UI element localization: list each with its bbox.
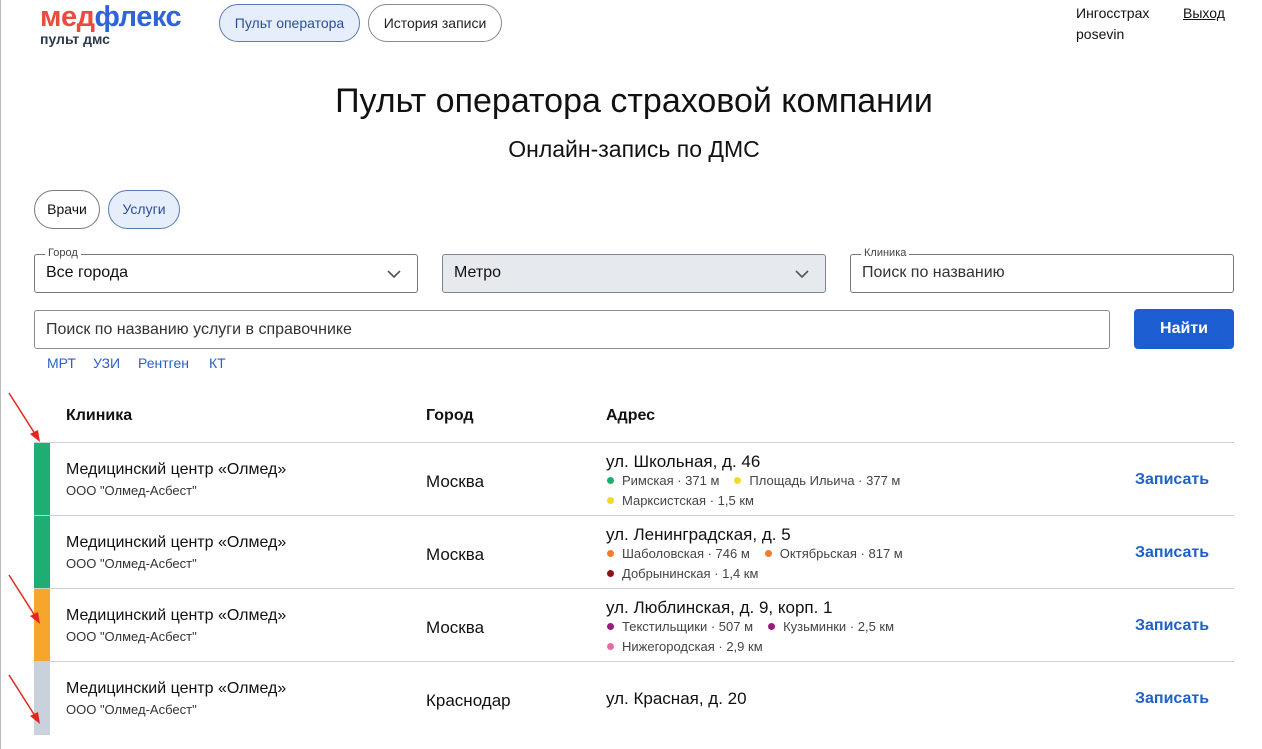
annotation-arrow-1 xyxy=(8,392,40,442)
clinic-name: Медицинский центр «Олмед» xyxy=(66,680,287,697)
page-subtitle: Онлайн-запись по ДМС xyxy=(508,136,760,162)
metro-station: Октябрьская · 817 м xyxy=(764,546,903,561)
find-button[interactable]: Найти xyxy=(1134,309,1234,349)
quick-link-mri[interactable]: МРТ xyxy=(47,355,76,371)
metro-station: Римская · 371 м xyxy=(606,473,719,488)
metro-station: Добрынинская · 1,4 км xyxy=(606,566,758,581)
book-appointment-button[interactable]: Записать xyxy=(1135,544,1209,562)
metro-station-label: Площадь Ильича · 377 м xyxy=(749,473,901,488)
metro-select[interactable]: Метро xyxy=(442,254,826,293)
table-row: Медицинский центр «Олмед» ООО "Олмед-Асбе… xyxy=(34,442,1234,516)
metro-station-label: Шаболовская · 746 м xyxy=(622,546,750,561)
clinic-search-label: Клиника xyxy=(861,247,910,260)
city-select[interactable]: Город Все города xyxy=(34,247,418,293)
metro-line-dot-icon xyxy=(734,477,742,484)
city-select-value: Все города xyxy=(46,264,129,281)
metro-station-label: Текстильщики · 507 м xyxy=(622,619,754,634)
book-appointment-button[interactable]: Записать xyxy=(1135,690,1209,708)
metro-station-label: Кузьминки · 2,5 км xyxy=(783,619,895,634)
clinic-address: ул. Люблинская, д. 9, корп. 1 xyxy=(606,598,833,617)
service-search-input[interactable]: Поиск по названию услуги в справочнике xyxy=(34,310,1110,349)
metro-select-value: Метро xyxy=(454,264,501,281)
metro-line-dot-icon xyxy=(768,623,776,630)
metro-station: Кузьминки · 2,5 км xyxy=(767,619,894,634)
clinic-organization: ООО "Олмед-Асбест" xyxy=(66,702,197,717)
nav-operator-console[interactable]: Пульт оператора xyxy=(219,4,360,42)
logo-part-flex: флекс xyxy=(94,1,182,33)
clinic-search-field[interactable]: Клиника Поиск по названию xyxy=(850,247,1234,293)
metro-station-label: Марксистская · 1,5 км xyxy=(622,493,754,508)
user-company: Ингосстрах xyxy=(1076,5,1150,21)
clinic-city: Москва xyxy=(426,618,485,637)
clinic-city: Москва xyxy=(426,472,485,491)
annotation-arrow-3 xyxy=(8,674,40,724)
metro-station-label: Добрынинская · 1,4 км xyxy=(622,566,759,581)
clinic-address: ул. Ленинградская, д. 5 xyxy=(606,525,791,544)
metro-line: Марксистская · 1,5 км xyxy=(606,493,768,508)
column-header-city[interactable]: Город xyxy=(426,407,474,425)
clinic-name: Медицинский центр «Олмед» xyxy=(66,607,287,624)
chip-services[interactable]: Услуги xyxy=(108,190,180,229)
table-row: Медицинский центр «Олмед» ООО "Олмед-Асбе… xyxy=(34,661,1234,735)
clinic-address: ул. Красная, д. 20 xyxy=(606,689,747,708)
metro-station-label: Октябрьская · 817 м xyxy=(779,546,903,561)
medflex-logo[interactable]: медфлекс пульт дмс xyxy=(40,1,182,47)
metro-station: Площадь Ильича · 377 м xyxy=(733,473,900,488)
city-select-label: Город xyxy=(45,247,81,260)
clinic-organization: ООО "Олмед-Асбест" xyxy=(66,556,197,571)
metro-line-dot-icon xyxy=(607,497,614,504)
table-row: Медицинский центр «Олмед» ООО "Олмед-Асбе… xyxy=(34,515,1234,589)
nav-booking-history[interactable]: История записи xyxy=(368,4,502,42)
clinic-name: Медицинский центр «Олмед» xyxy=(66,534,287,551)
metro-station: Нижегородская · 2,9 км xyxy=(606,639,763,654)
metro-line-dot-icon xyxy=(607,643,614,650)
metro-line: Нижегородская · 2,9 км xyxy=(606,639,777,654)
clinic-name: Медицинский центр «Олмед» xyxy=(66,461,287,478)
metro-line-dot-icon xyxy=(607,550,614,557)
table-row: Медицинский центр «Олмед» ООО "Олмед-Асбе… xyxy=(34,588,1234,662)
book-appointment-button[interactable]: Записать xyxy=(1135,617,1209,635)
metro-station: Текстильщики · 507 м xyxy=(606,619,753,634)
metro-line: Шаболовская · 746 м Октябрьская · 817 м xyxy=(606,546,917,561)
quick-link-ct[interactable]: КТ xyxy=(209,355,226,371)
metro-line-dot-icon xyxy=(607,623,614,630)
clinic-city: Москва xyxy=(426,545,485,564)
service-search-placeholder: Поиск по названию услуги в справочнике xyxy=(46,321,352,338)
quick-link-xray[interactable]: Рентген xyxy=(138,355,189,371)
book-appointment-button[interactable]: Записать xyxy=(1135,471,1209,489)
clinic-organization: ООО "Олмед-Асбест" xyxy=(66,629,197,644)
logo-subtitle: пульт дмс xyxy=(40,31,110,47)
column-header-clinic[interactable]: Клиника xyxy=(66,407,132,425)
status-indicator-bar xyxy=(34,443,50,516)
logo-part-med: мед xyxy=(40,1,95,33)
clinic-city: Краснодар xyxy=(426,691,511,710)
chevron-down-icon xyxy=(795,270,809,279)
metro-station-label: Римская · 371 м xyxy=(622,473,720,488)
metro-station: Шаболовская · 746 м xyxy=(606,546,750,561)
metro-line: Добрынинская · 1,4 км xyxy=(606,566,772,581)
metro-line-dot-icon xyxy=(607,477,614,484)
quick-link-ultrasound[interactable]: УЗИ xyxy=(93,355,120,371)
clinic-organization: ООО "Олмед-Асбест" xyxy=(66,483,197,498)
metro-line-dot-icon xyxy=(607,570,614,577)
clinic-search-placeholder: Поиск по названию xyxy=(862,264,1005,281)
clinic-address: ул. Школьная, д. 46 xyxy=(606,452,761,471)
page-title: Пульт оператора страховой компании xyxy=(335,82,933,120)
chip-doctors[interactable]: Врачи xyxy=(34,190,100,229)
logo-wordmark: медфлекс xyxy=(40,1,182,33)
metro-line: Римская · 371 м Площадь Ильича · 377 м xyxy=(606,473,914,488)
metro-line-dot-icon xyxy=(764,550,772,557)
metro-line: Текстильщики · 507 м Кузьминки · 2,5 км xyxy=(606,619,908,634)
user-login: posevin xyxy=(1076,26,1125,42)
logout-link[interactable]: Выход xyxy=(1183,3,1225,24)
metro-station: Марксистская · 1,5 км xyxy=(606,493,754,508)
chevron-down-icon xyxy=(387,270,401,279)
user-info: Ингосстрах posevin xyxy=(1076,3,1149,45)
column-header-address[interactable]: Адрес xyxy=(606,407,655,425)
metro-station-label: Нижегородская · 2,9 км xyxy=(622,639,763,654)
annotation-arrow-2 xyxy=(8,574,40,624)
